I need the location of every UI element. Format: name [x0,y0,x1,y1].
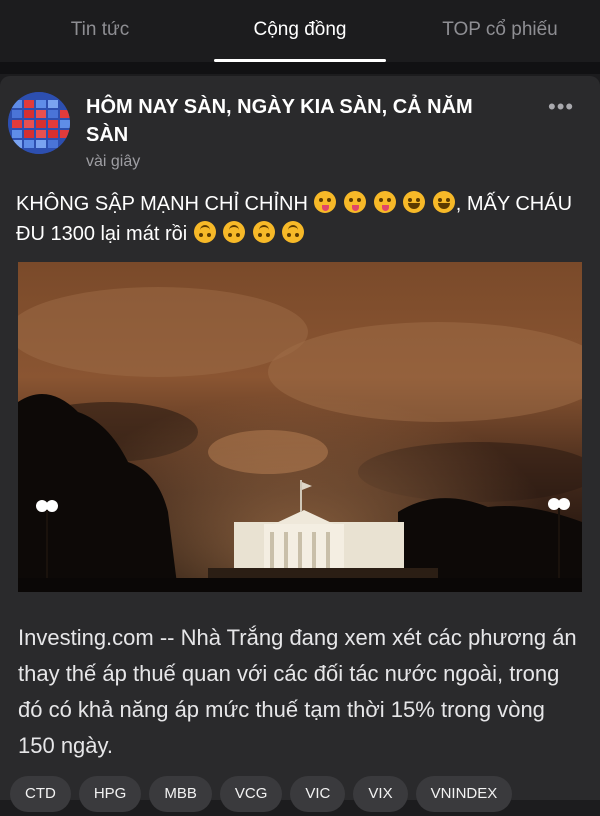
ticker-chip-ctd[interactable]: CTD [10,776,71,812]
post-title[interactable]: HÔM NAY SÀN, NGÀY KIA SÀN, CẢ NĂM SÀN [86,93,506,149]
post-image[interactable] [18,262,582,592]
tab-news[interactable]: Tin tức [0,0,200,62]
ellipsis-icon[interactable]: ••• [548,94,574,120]
ticker-chips: CTD HPG MBB VCG VIC VIX VNINDEX [10,776,513,816]
rofl-face-icon [432,191,455,213]
avatar-image [8,92,70,154]
rofl-face-icon [403,191,426,213]
tab-top-stocks[interactable]: TOP cổ phiếu [400,0,600,62]
post-content-text-1: KHÔNG SẬP MẠNH CHỈ CHỈNH [16,193,308,215]
upside-down-face-icon [252,221,275,243]
ticker-chip-hpg[interactable]: HPG [78,776,142,812]
upside-down-face-icon [193,221,216,243]
article-preview[interactable]: Investing.com -- Nhà Trắng đang xem xét … [18,620,584,770]
zany-face-icon [314,191,337,213]
ticker-chip-mbb[interactable]: MBB [149,776,212,812]
tab-community[interactable]: Cộng đồng [200,0,400,62]
ticker-chip-vnindex[interactable]: VNINDEX [415,776,513,812]
post-card: HÔM NAY SÀN, NGÀY KIA SÀN, CẢ NĂM SÀN và… [0,76,600,812]
ticker-chip-vic[interactable]: VIC [290,776,346,812]
tab-bar: Tin tức Cộng đồng TOP cổ phiếu [0,0,600,62]
upside-down-face-icon [223,221,246,243]
upside-down-face-icon [282,221,305,243]
post-timestamp: vài giây [86,153,141,170]
ticker-chip-vix[interactable]: VIX [353,776,408,812]
divider [0,62,600,74]
zany-face-icon [344,191,367,213]
zany-face-icon [373,191,396,213]
avatar[interactable] [8,92,70,154]
ticker-chip-vcg[interactable]: VCG [219,776,283,812]
post-content: KHÔNG SẬP MẠNH CHỈ CHỈNH , MẤY CHÁU ĐU 1… [16,189,586,249]
